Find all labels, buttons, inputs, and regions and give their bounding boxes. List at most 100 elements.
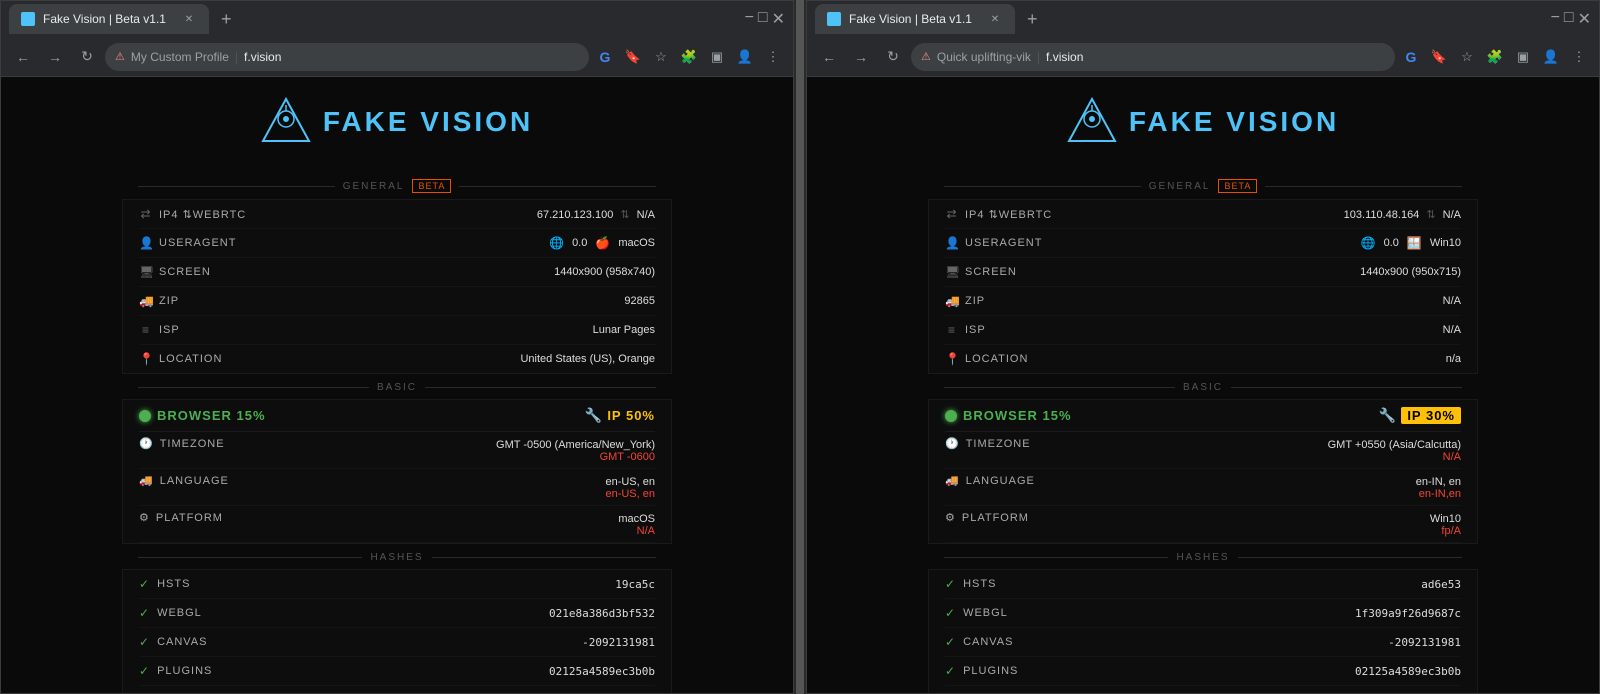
- split-icon-2[interactable]: ▣: [1511, 45, 1535, 69]
- hsts-row-1: ✓ HSTS 19ca5c: [139, 570, 655, 599]
- zip-row-2: 🚚 ZIP N/A: [945, 287, 1461, 316]
- webgl-row-2: ✓ WEBGL 1f309a9f26d9687c: [945, 599, 1461, 628]
- google-icon-1[interactable]: G: [593, 45, 617, 69]
- tab-close-1[interactable]: ✕: [181, 11, 197, 27]
- tab-close-2[interactable]: ✕: [987, 11, 1003, 27]
- window-divider: [796, 0, 804, 694]
- score-row-1: BROWSER 15% 🔧 IP 50%: [139, 400, 655, 432]
- canvas-row-2: ✓ CANVAS -2092131981: [945, 628, 1461, 657]
- toolbar-icons-2: G 🔖 ☆ 🧩 ▣ 👤 ⋮: [1399, 45, 1591, 69]
- os-icon-2: 🪟: [1407, 236, 1422, 250]
- titlebar-2: Fake Vision | Beta v1.1 ✕ + − □ ✕: [807, 1, 1599, 37]
- language-row-1: 🚚 LANGUAGE en-US, en en-US, en: [139, 469, 655, 506]
- useragent-value-2: 🌐 0.0 🪟 Win10: [1085, 236, 1461, 250]
- back-btn-1[interactable]: ←: [9, 43, 37, 71]
- logo-svg-1: [261, 97, 311, 147]
- extension-icon-1[interactable]: 🧩: [677, 45, 701, 69]
- address-bar-2[interactable]: ⚠ Quick uplifting-vik | f.vision: [911, 43, 1395, 71]
- general-card-2: ⇄ IP4 ⇅WEBRTC 103.110.48.164 ⇅ N/A 👤 USE…: [928, 199, 1478, 374]
- general-card-1: ⇄ IP4 ⇅WEBRTC 67.210.123.100 ⇅ N/A 👤 USE…: [122, 199, 672, 374]
- tab-title-2: Fake Vision | Beta v1.1: [849, 12, 972, 26]
- maximize-btn-2[interactable]: □: [1564, 9, 1574, 29]
- logo-section-2: FAKE VISION: [1057, 87, 1349, 157]
- screen-value-1: 1440x900 (958x740): [279, 266, 655, 278]
- audio-row-1: ✓ AUDIO fc0004d250f1d6df: [139, 686, 655, 693]
- split-icon-1[interactable]: ▣: [705, 45, 729, 69]
- webgl-check-1: ✓: [139, 606, 149, 620]
- timezone-icon-1: 🕐: [139, 437, 154, 450]
- ip4-row-1: ⇄ IP4 ⇅WEBRTC 67.210.123.100 ⇅ N/A: [139, 200, 655, 229]
- url-text-2: f.vision: [1046, 50, 1083, 64]
- timezone-values-1: GMT -0500 (America/New_York) GMT -0600: [279, 437, 655, 463]
- toolbar-2: ← → ↻ ⚠ Quick uplifting-vik | f.vision G…: [807, 37, 1599, 77]
- screen-icon-2: 🖥: [945, 265, 959, 279]
- ip4-value-2: 103.110.48.164 ⇅ N/A: [1085, 208, 1461, 221]
- back-btn-2[interactable]: ←: [815, 43, 843, 71]
- language-icon-2: 🚚: [945, 474, 960, 487]
- language-values-2: en-IN, en en-IN,en: [1085, 474, 1461, 500]
- tab-favicon-1: [21, 12, 35, 26]
- menu-icon-1[interactable]: ⋮: [761, 45, 785, 69]
- minimize-btn-1[interactable]: −: [745, 9, 754, 29]
- tab-1[interactable]: Fake Vision | Beta v1.1 ✕: [9, 4, 209, 34]
- wrench-icon-2: 🔧: [1379, 407, 1397, 424]
- hsts-check-1: ✓: [139, 577, 149, 591]
- isp-value-2: N/A: [1085, 324, 1461, 336]
- page-content-1: FAKE VISION GENERAL BETA ⇄ IP4 ⇅WEBRTC 6…: [1, 77, 793, 693]
- browser-window-1: Fake Vision | Beta v1.1 ✕ + − □ ✕ ← → ↻ …: [0, 0, 794, 694]
- location-value-2: n/a: [1085, 353, 1461, 365]
- logo-text-2: FAKE VISION: [1129, 106, 1339, 138]
- forward-btn-1[interactable]: →: [41, 43, 69, 71]
- platform-icon-1: ⚙: [139, 511, 150, 524]
- location-icon-2: 📍: [945, 352, 959, 366]
- close-btn-2[interactable]: ✕: [1578, 9, 1591, 29]
- hashes-card-1: ✓ HSTS 19ca5c ✓ WEBGL 021e8a386d3bf532 ✓…: [122, 569, 672, 693]
- forward-btn-2[interactable]: →: [847, 43, 875, 71]
- refresh-btn-1[interactable]: ↻: [73, 43, 101, 71]
- timezone-row-1: 🕐 TIMEZONE GMT -0500 (America/New_York) …: [139, 432, 655, 469]
- basic-section-label-2: BASIC: [928, 382, 1478, 393]
- timezone-row-2: 🕐 TIMEZONE GMT +0550 (Asia/Calcutta) N/A: [945, 432, 1461, 469]
- menu-icon-2[interactable]: ⋮: [1567, 45, 1591, 69]
- zip-value-2: N/A: [1085, 295, 1461, 307]
- browser-score-1: BROWSER 15%: [139, 408, 266, 423]
- address-bar-1[interactable]: ⚠ My Custom Profile | f.vision: [105, 43, 589, 71]
- star-icon-2[interactable]: ☆: [1455, 45, 1479, 69]
- profile-icon-1[interactable]: 👤: [733, 45, 757, 69]
- toolbar-1: ← → ↻ ⚠ My Custom Profile | f.vision G 🔖…: [1, 37, 793, 77]
- close-btn-1[interactable]: ✕: [772, 9, 785, 29]
- location-value-1: United States (US), Orange: [279, 353, 655, 365]
- location-icon-1: 📍: [139, 352, 153, 366]
- language-values-1: en-US, en en-US, en: [279, 474, 655, 500]
- ip4-icon-2: ⇄: [945, 207, 959, 221]
- ip-score-1: 🔧 IP 50%: [585, 407, 655, 424]
- google-icon-2[interactable]: G: [1399, 45, 1423, 69]
- profile-icon-2[interactable]: 👤: [1539, 45, 1563, 69]
- tab-2[interactable]: Fake Vision | Beta v1.1 ✕: [815, 4, 1015, 34]
- useragent-value-1: 🌐 0.0 🍎 macOS: [279, 236, 655, 250]
- refresh-btn-2[interactable]: ↻: [879, 43, 907, 71]
- extension-icon-2[interactable]: 🧩: [1483, 45, 1507, 69]
- star-icon-1[interactable]: ☆: [649, 45, 673, 69]
- ip4-value-1: 67.210.123.100 ⇅ N/A: [279, 208, 655, 221]
- webgl-row-1: ✓ WEBGL 021e8a386d3bf532: [139, 599, 655, 628]
- isp-row-2: ≡ ISP N/A: [945, 316, 1461, 345]
- canvas-check-2: ✓: [945, 635, 955, 649]
- profile-text-1: My Custom Profile: [131, 50, 229, 64]
- platform-row-2: ⚙ PLATFORM Win10 fp/A: [945, 506, 1461, 543]
- new-tab-btn-1[interactable]: +: [213, 9, 240, 30]
- url-text-1: f.vision: [244, 50, 281, 64]
- logo-svg-2: [1067, 97, 1117, 147]
- beta-badge-2: BETA: [1218, 179, 1257, 193]
- bookmark-icon-2[interactable]: 🔖: [1427, 45, 1451, 69]
- bookmark-icon-1[interactable]: 🔖: [621, 45, 645, 69]
- plugins-row-1: ✓ PLUGINS 02125a4589ec3b0b: [139, 657, 655, 686]
- platform-icon-2: ⚙: [945, 511, 956, 524]
- new-tab-btn-2[interactable]: +: [1019, 9, 1046, 30]
- hashes-section-label-1: HASHES: [122, 552, 672, 563]
- zip-icon-2: 🚚: [945, 294, 959, 308]
- maximize-btn-1[interactable]: □: [758, 9, 768, 29]
- isp-row-1: ≡ ISP Lunar Pages: [139, 316, 655, 345]
- minimize-btn-2[interactable]: −: [1551, 9, 1560, 29]
- canvas-check-1: ✓: [139, 635, 149, 649]
